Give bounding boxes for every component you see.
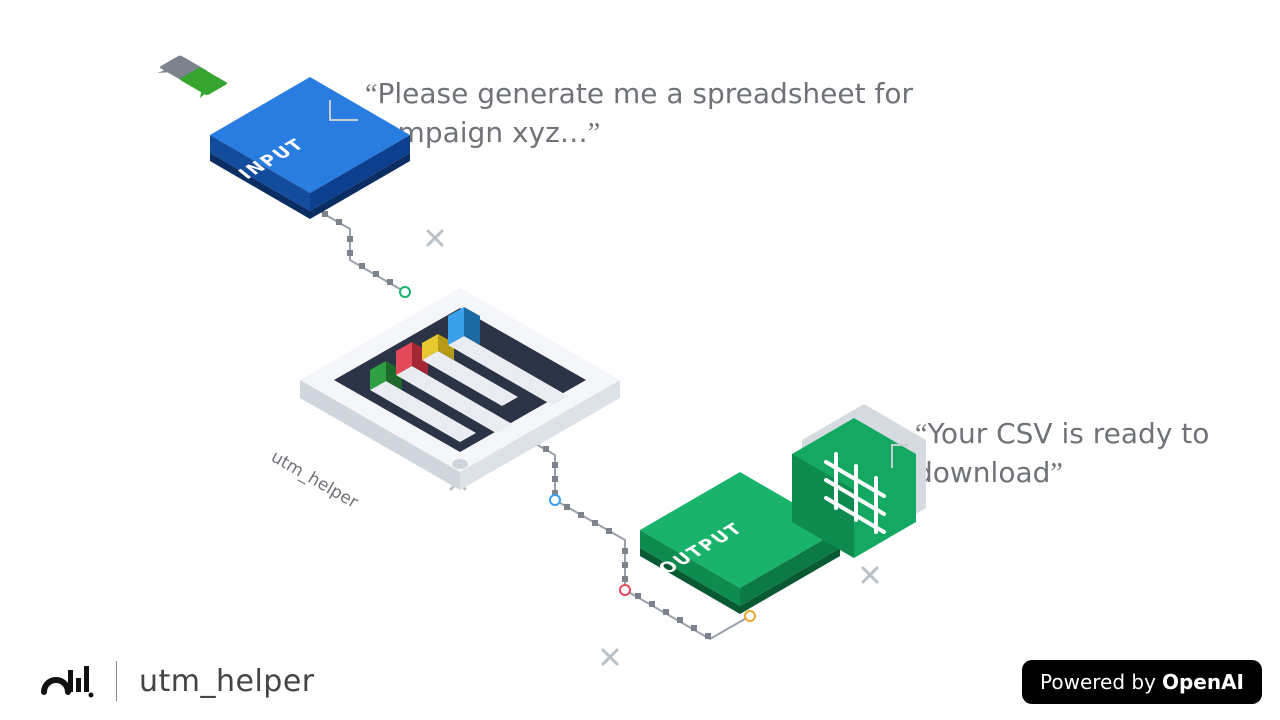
tablet-caption: utm_helper [268,447,362,513]
chat-icon [153,55,228,99]
tablet-device: utm_helper [268,288,621,513]
footer-name: utm_helper [139,664,315,699]
diagram-svg: INPUT [0,0,1280,720]
diagram-stage: “Please generate me a spreadsheet for ca… [0,0,1280,720]
footer: utm_helper [38,660,315,702]
input-block: INPUT [210,77,410,219]
badge-brand: OpenAI [1162,670,1244,694]
badge-prefix: Powered by [1040,670,1156,694]
brand-logo-icon [38,660,94,702]
footer-divider [116,661,117,701]
powered-by-badge: Powered by OpenAI [1022,660,1262,704]
